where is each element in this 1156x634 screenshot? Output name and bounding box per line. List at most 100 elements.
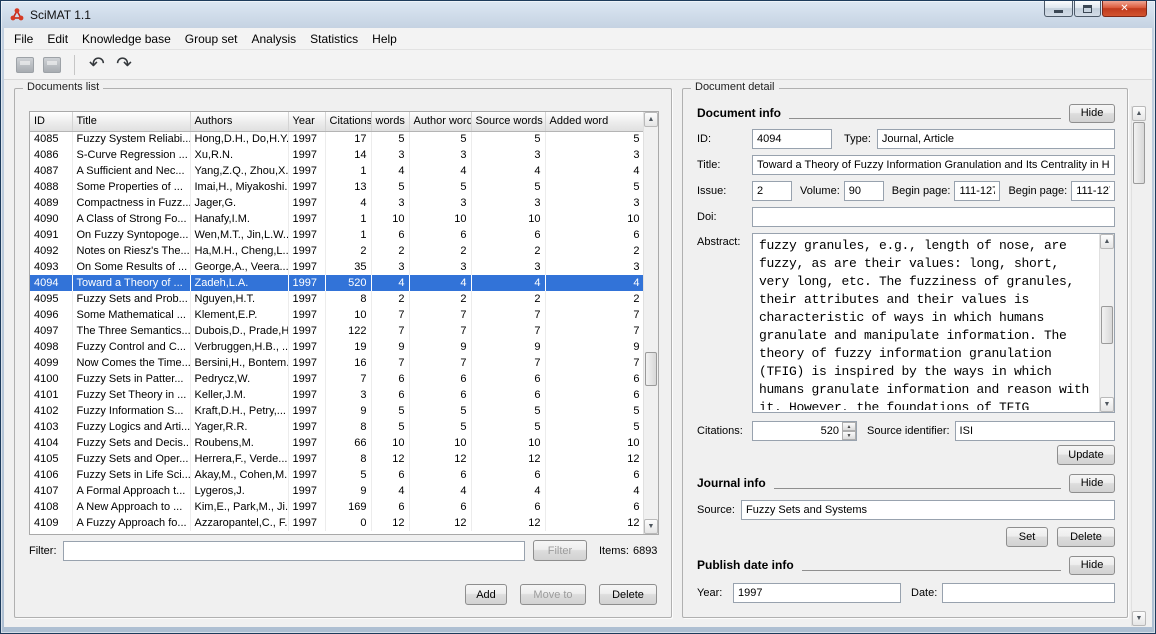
cell[interactable]: Fuzzy Information S... [72,403,190,419]
new-knowledgebase-icon[interactable] [14,55,36,75]
cell[interactable]: 6 [371,467,409,483]
table-row[interactable]: 4092Notes on Riesz's The...Ha,M.H., Chen… [30,243,644,259]
cell[interactable]: 4092 [30,243,72,259]
cell[interactable]: 4087 [30,163,72,179]
begin-page-field[interactable] [954,181,1000,201]
cell[interactable]: 16 [325,355,371,371]
cell[interactable]: 5 [409,179,471,195]
cell[interactable]: 2 [471,243,545,259]
table-scroll-thumb[interactable] [645,352,657,386]
table-row[interactable]: 4095Fuzzy Sets and Prob...Nguyen,H.T.199… [30,291,644,307]
detail-panel-scrollbar[interactable]: ▲ ▼ [1131,106,1146,626]
cell[interactable]: 4109 [30,515,72,531]
cell[interactable]: 520 [325,275,371,291]
cell[interactable]: 2 [371,291,409,307]
issue-field[interactable] [752,181,792,201]
cell[interactable]: 4100 [30,371,72,387]
cell[interactable]: 4101 [30,387,72,403]
cell[interactable]: 1 [325,227,371,243]
cell[interactable]: 8 [325,291,371,307]
panel-scroll-up-icon[interactable]: ▲ [1132,106,1146,121]
table-row[interactable]: 4108A New Approach to ...Kim,E., Park,M.… [30,499,644,515]
cell[interactable]: 3 [325,387,371,403]
cell[interactable]: 1 [325,163,371,179]
cell[interactable]: 5 [471,179,545,195]
year-field[interactable] [733,583,901,603]
table-row[interactable]: 4109A Fuzzy Approach fo...Azzaropantel,C… [30,515,644,531]
cell[interactable]: 4095 [30,291,72,307]
panel-scroll-down-icon[interactable]: ▼ [1132,611,1146,626]
begin-page-2-field[interactable] [1071,181,1115,201]
cell[interactable]: 3 [371,259,409,275]
citations-spinner[interactable]: ▲ ▼ [752,421,857,441]
cell[interactable]: 3 [471,147,545,163]
cell[interactable]: 5 [409,419,471,435]
minimize-button[interactable] [1044,1,1073,17]
cell[interactable]: On Some Results of ... [72,259,190,275]
cell[interactable]: Now Comes the Time... [72,355,190,371]
cell[interactable]: 1997 [288,515,325,531]
menu-statistics[interactable]: Statistics [303,29,365,49]
cell[interactable]: 1997 [288,227,325,243]
cell[interactable]: 1997 [288,195,325,211]
cell[interactable]: 7 [545,307,644,323]
table-row[interactable]: 4099Now Comes the Time...Bersini,H., Bon… [30,355,644,371]
cell[interactable]: Fuzzy Logics and Arti... [72,419,190,435]
cell[interactable]: Bersini,H., Bontem... [190,355,288,371]
cell[interactable]: 7 [409,355,471,371]
cell[interactable]: 2 [545,243,644,259]
cell[interactable]: 4093 [30,259,72,275]
cell[interactable]: Yager,R.R. [190,419,288,435]
volume-field[interactable] [844,181,884,201]
table-scroll-up-icon[interactable]: ▲ [644,112,658,127]
cell[interactable]: 5 [371,419,409,435]
hide-document-info-button[interactable]: Hide [1069,104,1115,123]
cell[interactable]: 4085 [30,131,72,147]
cell[interactable]: The Three Semantics... [72,323,190,339]
cell[interactable]: 10 [471,435,545,451]
column-header-source-words[interactable]: Source words [471,112,545,131]
cell[interactable]: 10 [325,307,371,323]
cell[interactable]: 12 [545,515,644,531]
cell[interactable]: 6 [371,387,409,403]
menu-file[interactable]: File [7,29,40,49]
doi-field[interactable] [752,207,1115,227]
cell[interactable]: Fuzzy Sets and Oper... [72,451,190,467]
cell[interactable]: 12 [471,451,545,467]
id-field[interactable] [752,129,832,149]
cell[interactable]: 3 [545,259,644,275]
cell[interactable]: 7 [471,307,545,323]
spinner-down-icon[interactable]: ▼ [842,431,856,440]
cell[interactable]: 19 [325,339,371,355]
cell[interactable]: 4102 [30,403,72,419]
cell[interactable]: 6 [545,467,644,483]
cell[interactable]: 4 [325,195,371,211]
open-knowledgebase-icon[interactable] [41,55,63,75]
cell[interactable]: 13 [325,179,371,195]
source-identifier-field[interactable] [955,421,1115,441]
cell[interactable]: 4 [371,163,409,179]
cell[interactable]: Fuzzy Control and C... [72,339,190,355]
cell[interactable]: Fuzzy Sets in Life Sci... [72,467,190,483]
cell[interactable]: 4 [545,163,644,179]
cell[interactable]: 6 [409,499,471,515]
cell[interactable]: Some Properties of ... [72,179,190,195]
cell[interactable]: Yang,Z.Q., Zhou,X... [190,163,288,179]
cell[interactable]: Verbruggen,H.B., ... [190,339,288,355]
cell[interactable]: Herrera,F., Verde... [190,451,288,467]
cell[interactable]: 4103 [30,419,72,435]
cell[interactable]: 5 [371,403,409,419]
cell[interactable]: 4 [371,483,409,499]
cell[interactable]: 2 [409,291,471,307]
cell[interactable]: 1997 [288,483,325,499]
cell[interactable]: 7 [409,323,471,339]
cell[interactable]: 4 [471,483,545,499]
cell[interactable]: Lygeros,J. [190,483,288,499]
column-header-author-words[interactable]: Author words [409,112,471,131]
cell[interactable]: 3 [409,147,471,163]
column-header-title[interactable]: Title [72,112,190,131]
cell[interactable]: 12 [409,451,471,467]
cell[interactable]: Wen,M.T., Jin,L.W... [190,227,288,243]
cell[interactable]: 122 [325,323,371,339]
cell[interactable]: Roubens,M. [190,435,288,451]
